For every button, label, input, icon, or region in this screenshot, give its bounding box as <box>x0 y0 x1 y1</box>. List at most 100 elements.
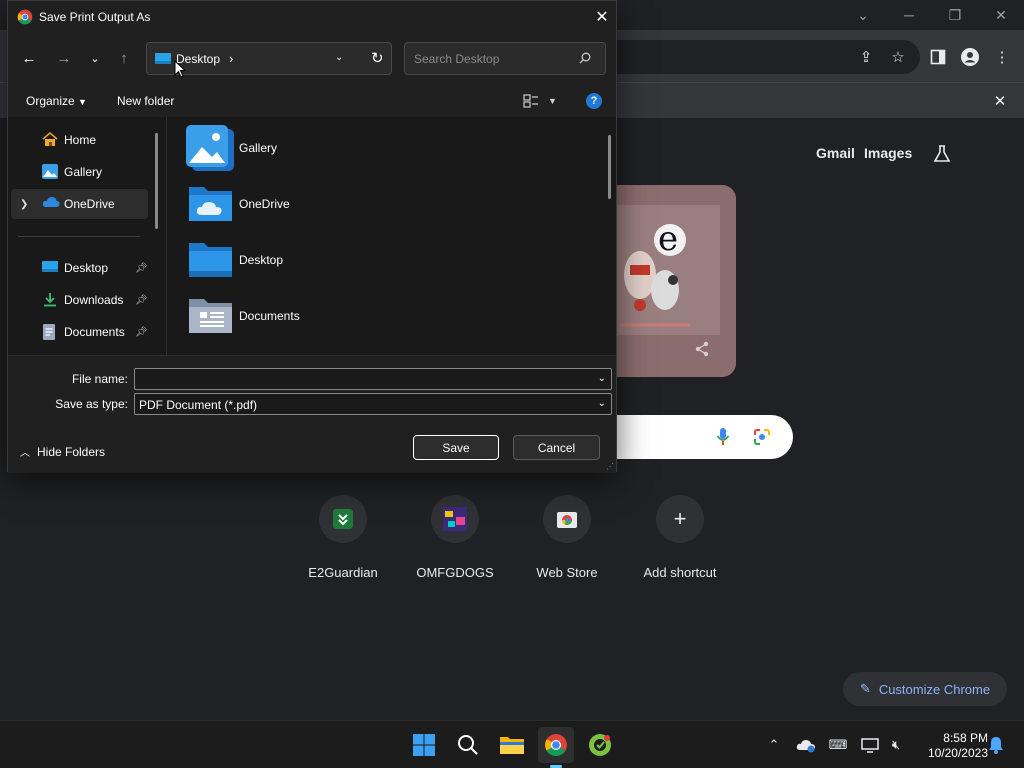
taskbar-clock[interactable]: 8:58 PM 10/20/2023 <box>912 731 988 761</box>
search-desktop-field[interactable]: Search Desktop <box>404 42 606 75</box>
nav-item-home[interactable]: Home <box>11 125 148 155</box>
up-icon[interactable]: ↑ <box>113 47 135 69</box>
cancel-button[interactable]: Cancel <box>513 435 600 460</box>
bookmark-star-icon[interactable]: ☆ <box>886 45 910 69</box>
shortcut-omfgdogs[interactable]: OMFGDOGS <box>400 495 510 580</box>
nav-item-onedrive[interactable]: ❯ OneDrive <box>11 189 148 219</box>
help-icon[interactable]: ? <box>586 93 602 109</box>
navigation-pane: Home Gallery ❯ OneDrive Desktop 📌︎ Downl… <box>8 117 166 355</box>
chevron-down-icon[interactable]: ⌄ <box>598 373 606 384</box>
organize-button[interactable]: Organize ▼ <box>26 94 87 108</box>
chrome-icon <box>17 9 33 30</box>
menu-icon[interactable]: ⋮ <box>990 45 1014 69</box>
save-button[interactable]: Save <box>413 435 499 460</box>
customize-label: Customize Chrome <box>878 681 991 697</box>
recent-locations-icon[interactable]: ⌄ <box>84 47 106 69</box>
forward-icon[interactable]: → <box>53 47 75 69</box>
close-infobar-icon[interactable]: ✕ <box>988 89 1012 113</box>
chevron-down-icon[interactable]: ⌄ <box>598 398 606 409</box>
shortcut-e2guardian[interactable]: E2Guardian <box>288 495 398 580</box>
gallery-icon <box>42 164 60 180</box>
minimize-button[interactable]: ─ <box>886 0 932 30</box>
tab-search-icon[interactable]: ⌄ <box>840 0 886 30</box>
nav-scrollbar[interactable] <box>155 133 158 229</box>
profile-icon[interactable] <box>958 45 982 69</box>
address-dropdown-icon[interactable]: ⌄ <box>335 52 343 63</box>
svg-text:e: e <box>658 219 678 259</box>
close-window-button[interactable]: ✕ <box>978 0 1024 30</box>
shortcut-add[interactable]: + Add shortcut <box>625 495 735 580</box>
refresh-icon[interactable]: ↻ <box>371 49 384 67</box>
nav-item-label: Home <box>64 133 97 147</box>
shortcut-label: OMFGDOGS <box>416 565 494 580</box>
display-icon[interactable] <box>860 735 880 755</box>
dialog-titlebar[interactable]: Save Print Output As ✕ <box>8 1 616 33</box>
nav-item-downloads[interactable]: Downloads 📌︎ <box>11 285 148 315</box>
share-doodle-icon[interactable] <box>690 337 714 361</box>
home-icon <box>42 132 60 148</box>
file-item-desktop[interactable]: Desktop <box>186 235 386 289</box>
nav-item-gallery[interactable]: Gallery <box>11 157 148 187</box>
lens-search-icon[interactable] <box>753 428 771 451</box>
search-icon <box>579 51 591 69</box>
web-store-icon <box>543 495 591 543</box>
start-icon[interactable] <box>406 727 442 763</box>
shortcut-label: E2Guardian <box>308 565 378 580</box>
desktop-icon <box>155 52 171 71</box>
labs-icon[interactable] <box>930 142 954 166</box>
hide-folders-button[interactable]: ︿ Hide Folders <box>20 444 106 460</box>
file-item-documents[interactable]: Documents <box>186 291 386 345</box>
gmail-link[interactable]: Gmail <box>816 145 855 161</box>
app-icon[interactable] <box>582 727 618 763</box>
show-hidden-icons[interactable]: ⌃ <box>764 735 784 755</box>
desktop-folder-icon <box>186 235 236 285</box>
resize-grip-icon[interactable]: ⋰ <box>606 462 614 471</box>
search-placeholder: Search Desktop <box>414 52 500 66</box>
organize-label: Organize <box>26 94 75 108</box>
file-item-gallery[interactable]: Gallery <box>186 123 386 177</box>
hide-folders-label: Hide Folders <box>37 444 106 459</box>
onedrive-folder-icon <box>186 179 236 229</box>
file-name-field[interactable]: ⌄ <box>134 368 612 390</box>
images-link[interactable]: Images <box>864 145 912 161</box>
breadcrumb-separator[interactable]: › <box>229 51 233 66</box>
search-icon[interactable] <box>450 727 486 763</box>
nav-item-label: Gallery <box>64 165 103 179</box>
shortcut-label: Add shortcut <box>643 565 717 580</box>
desktop-icon <box>42 260 60 276</box>
customize-chrome-button[interactable]: ✎ Customize Chrome <box>843 672 1007 706</box>
chevron-right-icon[interactable]: ❯ <box>20 199 28 210</box>
side-panel-icon[interactable] <box>926 45 950 69</box>
nav-item-label: Documents <box>64 325 125 339</box>
nav-item-documents[interactable]: Documents 📌︎ <box>11 317 148 347</box>
downloads-icon <box>42 292 60 308</box>
content-scrollbar[interactable] <box>608 135 611 199</box>
keyboard-icon[interactable]: ⌨ <box>828 735 848 755</box>
share-icon[interactable]: ⇪ <box>854 45 878 69</box>
back-icon[interactable]: ← <box>18 47 40 69</box>
pin-icon: 📌︎ <box>135 294 148 306</box>
nav-item-desktop[interactable]: Desktop 📌︎ <box>11 253 148 283</box>
restore-button[interactable]: ❐ <box>932 0 978 30</box>
clock-date: 10/20/2023 <box>927 746 988 760</box>
chrome-icon[interactable] <box>538 727 574 763</box>
view-dropdown-icon[interactable]: ▼ <box>548 96 557 106</box>
view-options-icon[interactable] <box>523 94 539 113</box>
documents-icon <box>42 324 60 340</box>
file-item-onedrive[interactable]: OneDrive <box>186 179 386 233</box>
voice-search-icon[interactable] <box>716 427 730 452</box>
omfgdogs-icon <box>431 495 479 543</box>
nav-item-label: Downloads <box>64 293 124 307</box>
dialog-title: Save Print Output As <box>39 10 151 24</box>
shortcut-label: Web Store <box>536 565 598 580</box>
new-folder-button[interactable]: New folder <box>117 94 174 108</box>
nav-item-label: Desktop <box>64 261 109 275</box>
file-explorer-icon[interactable] <box>494 727 530 763</box>
documents-folder-icon <box>186 291 236 341</box>
close-icon[interactable]: ✕ <box>591 7 613 27</box>
shortcut-web-store[interactable]: Web Store <box>512 495 622 580</box>
save-type-select[interactable]: PDF Document (*.pdf) ⌄ <box>134 393 612 415</box>
onedrive-tray-icon[interactable] <box>796 735 816 755</box>
volume-icon[interactable]: 🔇︎ <box>886 735 906 755</box>
notifications-icon[interactable] <box>986 735 1006 755</box>
